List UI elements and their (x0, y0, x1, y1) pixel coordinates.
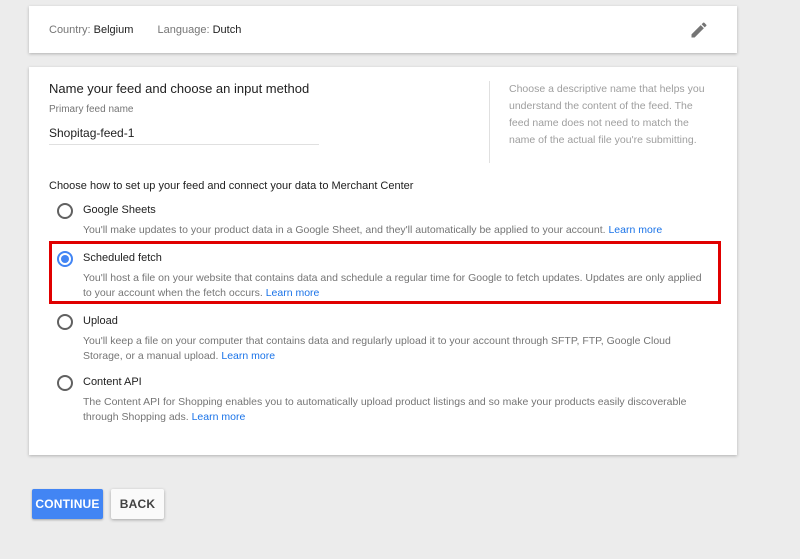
option-description: The Content API for Shopping enables you… (83, 396, 687, 423)
option-title: Content API (83, 376, 142, 388)
country-value: Belgium (93, 24, 134, 36)
learn-more-link[interactable]: Learn more (266, 287, 320, 299)
edit-button[interactable] (689, 20, 709, 40)
option-description: You'll keep a file on your computer that… (83, 335, 671, 362)
option-title: Scheduled fetch (83, 252, 162, 264)
summary-card: Country: Belgium Language: Dutch (29, 6, 737, 53)
option-title: Upload (83, 315, 118, 327)
feed-setup-card: Name your feed and choose an input metho… (29, 67, 737, 455)
learn-more-link[interactable]: Learn more (608, 224, 662, 236)
language-value: Dutch (212, 24, 242, 36)
pencil-icon (691, 22, 707, 38)
radio-upload[interactable] (57, 314, 73, 330)
feed-name-label: Primary feed name (49, 104, 134, 115)
help-divider (489, 81, 490, 163)
option-description: You'll make updates to your product data… (83, 224, 663, 236)
input-method-label: Choose how to set up your feed and conne… (49, 180, 414, 192)
feed-name-input[interactable] (49, 121, 319, 145)
radio-scheduled-fetch[interactable] (57, 251, 73, 267)
feed-name-help-text: Choose a descriptive name that helps you… (509, 83, 705, 146)
back-button[interactable]: BACK (111, 489, 164, 519)
option-title: Google Sheets (83, 204, 156, 216)
option-description: You'll host a file on your website that … (83, 272, 702, 299)
learn-more-link[interactable]: Learn more (192, 411, 246, 423)
country-label: Country: (49, 24, 91, 36)
section-title: Name your feed and choose an input metho… (49, 81, 310, 96)
feed-summary: Country: Belgium Language: Dutch (49, 24, 241, 36)
radio-google-sheets[interactable] (57, 203, 73, 219)
learn-more-link[interactable]: Learn more (221, 350, 275, 362)
continue-button[interactable]: CONTINUE (32, 489, 103, 519)
language-label: Language: (157, 24, 210, 36)
radio-content-api[interactable] (57, 375, 73, 391)
